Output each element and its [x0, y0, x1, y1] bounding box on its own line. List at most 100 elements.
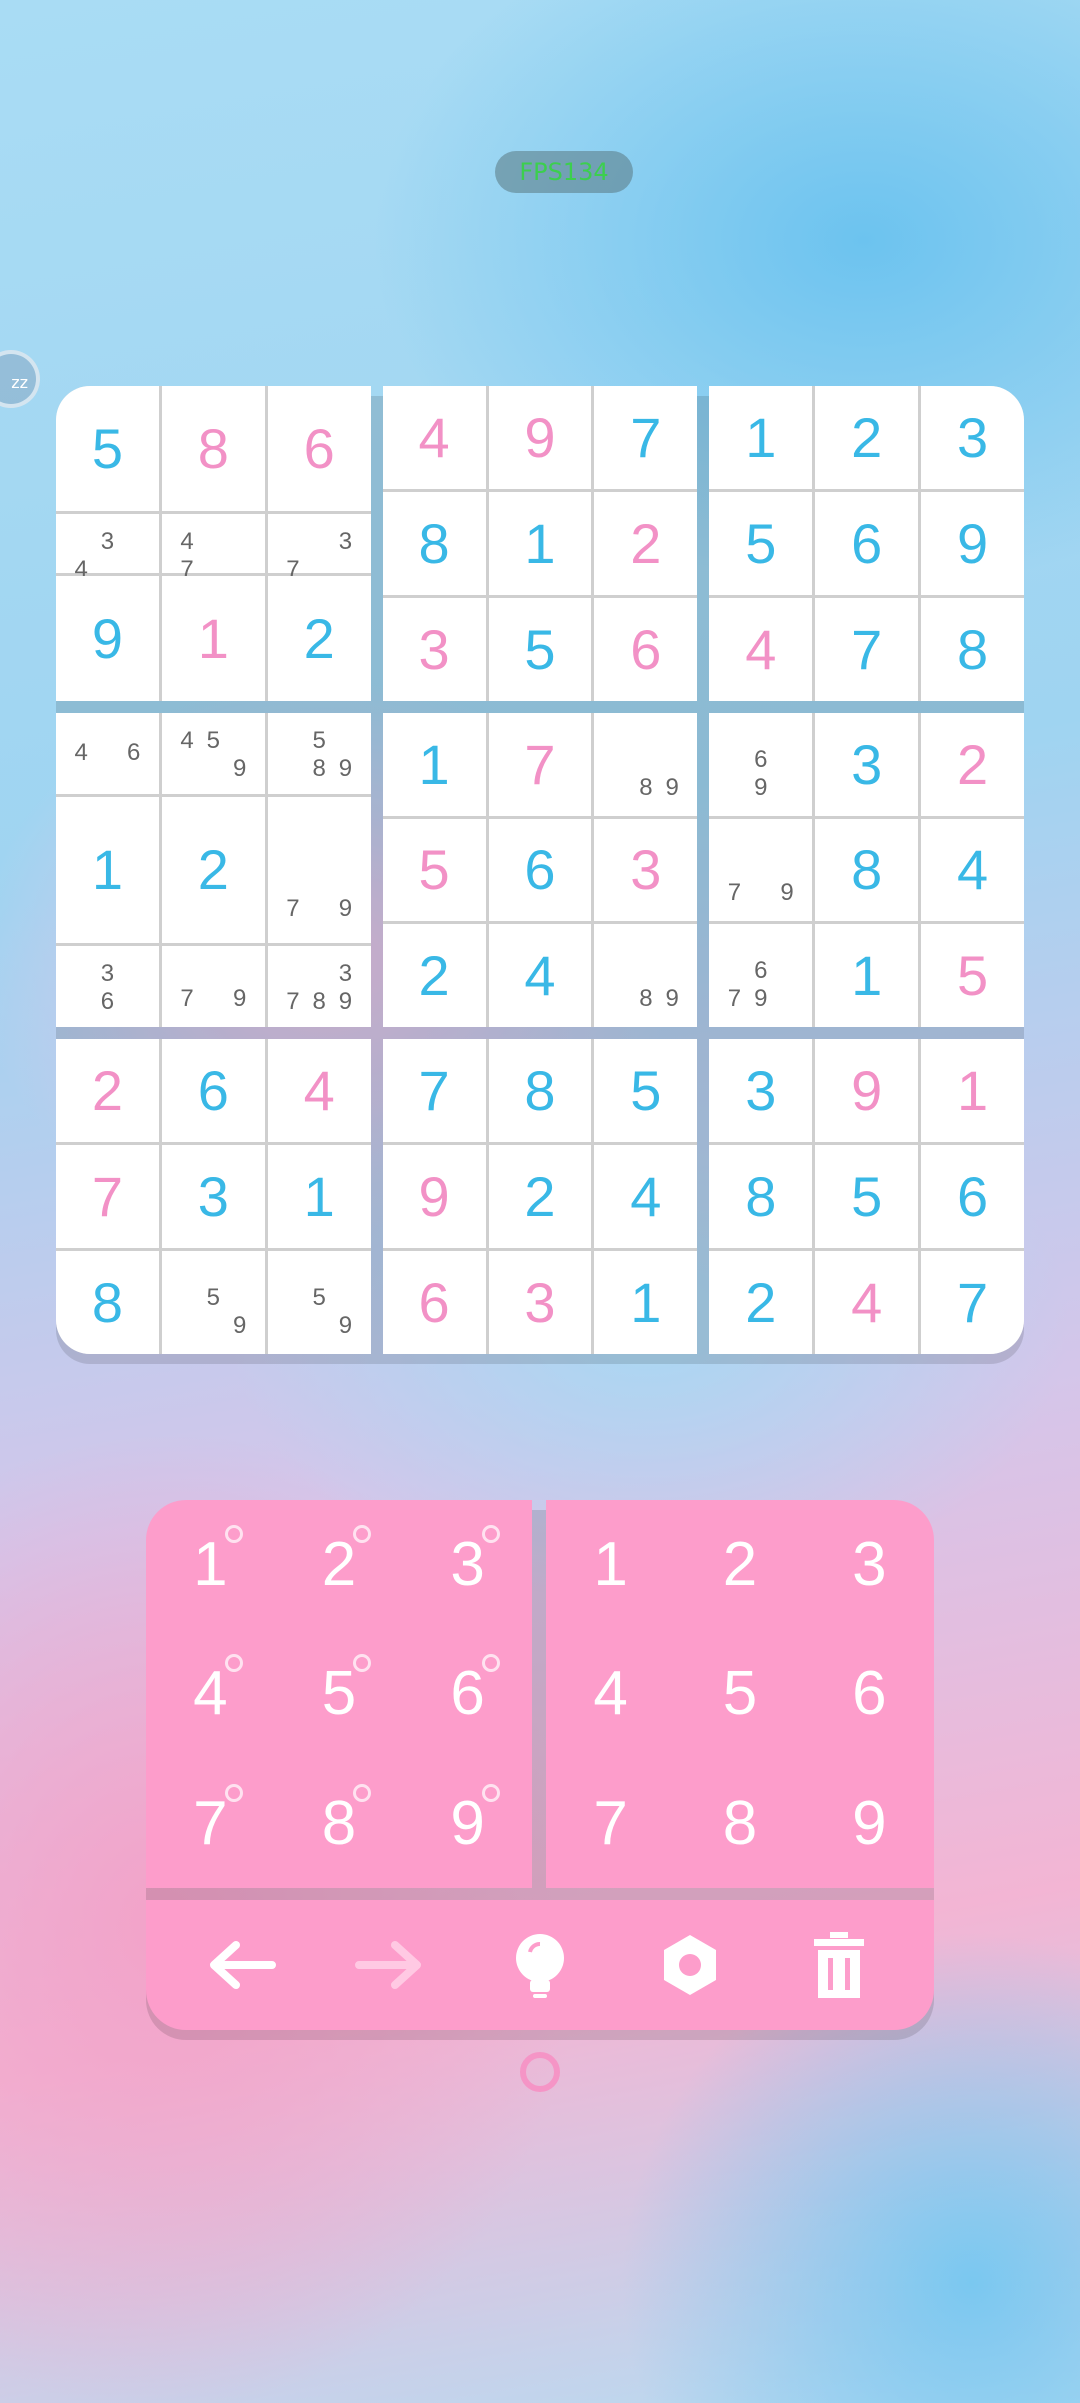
- sudoku-cell[interactable]: 2: [161, 796, 265, 944]
- undo-button[interactable]: [201, 1925, 281, 2005]
- sudoku-cell[interactable]: 9: [815, 1039, 919, 1143]
- sudoku-cell[interactable]: 8: [815, 818, 919, 922]
- sudoku-cell[interactable]: 59: [267, 1251, 371, 1354]
- settings-button[interactable]: [650, 1925, 730, 2005]
- sudoku-cell[interactable]: 8: [382, 491, 486, 595]
- sudoku-cell[interactable]: 89: [594, 712, 698, 816]
- value-key-3[interactable]: 3: [805, 1500, 934, 1629]
- sudoku-cell[interactable]: 2: [921, 712, 1024, 816]
- sudoku-cell[interactable]: 9: [382, 1145, 486, 1249]
- value-key-5[interactable]: 5: [675, 1629, 804, 1758]
- sudoku-cell[interactable]: 459: [161, 712, 265, 794]
- sudoku-cell[interactable]: 589: [267, 712, 371, 794]
- note-key-1[interactable]: 1: [146, 1500, 275, 1629]
- sudoku-cell[interactable]: 5: [709, 491, 813, 595]
- sudoku-cell[interactable]: 37: [267, 513, 371, 583]
- sudoku-cell[interactable]: 6: [382, 1251, 486, 1354]
- sudoku-cell[interactable]: 1: [382, 712, 486, 816]
- sudoku-cell[interactable]: 2: [709, 1251, 813, 1354]
- sudoku-cell[interactable]: 46: [56, 712, 159, 794]
- sudoku-cell[interactable]: 36: [56, 946, 159, 1028]
- sudoku-cell[interactable]: 4: [921, 818, 1024, 922]
- sudoku-cell[interactable]: 8: [921, 597, 1024, 701]
- note-key-5[interactable]: 5: [275, 1629, 404, 1758]
- sudoku-cell[interactable]: 1: [594, 1251, 698, 1354]
- sudoku-cell[interactable]: 7: [815, 597, 919, 701]
- sudoku-cell[interactable]: 679: [709, 924, 813, 1028]
- erase-button[interactable]: [799, 1925, 879, 2005]
- sudoku-cell[interactable]: 89: [594, 924, 698, 1028]
- sudoku-cell[interactable]: 3: [382, 597, 486, 701]
- sudoku-cell[interactable]: 59: [161, 1251, 265, 1354]
- sudoku-cell[interactable]: 9: [488, 386, 592, 489]
- sudoku-cell[interactable]: 8: [709, 1145, 813, 1249]
- sudoku-cell[interactable]: 3: [709, 1039, 813, 1143]
- sudoku-cell[interactable]: 3: [594, 818, 698, 922]
- sudoku-cell[interactable]: 7: [594, 386, 698, 489]
- sudoku-cell[interactable]: 5: [382, 818, 486, 922]
- value-key-1[interactable]: 1: [546, 1500, 675, 1629]
- sudoku-cell[interactable]: 3: [488, 1251, 592, 1354]
- sudoku-cell[interactable]: 3 789: [267, 946, 371, 1028]
- note-key-7[interactable]: 7: [146, 1759, 275, 1888]
- sudoku-cell[interactable]: 9: [56, 576, 159, 701]
- sudoku-cell[interactable]: 79: [267, 796, 371, 944]
- sudoku-cell[interactable]: 5: [815, 1145, 919, 1249]
- value-key-9[interactable]: 9: [805, 1759, 934, 1888]
- sudoku-cell[interactable]: 1: [56, 796, 159, 944]
- floating-side-button[interactable]: zz: [0, 350, 40, 408]
- sudoku-cell[interactable]: 9: [921, 491, 1024, 595]
- value-key-7[interactable]: 7: [546, 1759, 675, 1888]
- sudoku-cell[interactable]: 6: [161, 1039, 265, 1143]
- sudoku-cell[interactable]: 8: [161, 386, 265, 511]
- sudoku-cell[interactable]: 2: [267, 576, 371, 701]
- sudoku-cell[interactable]: 1: [709, 386, 813, 489]
- sudoku-cell[interactable]: 5: [56, 386, 159, 511]
- note-key-6[interactable]: 6: [403, 1629, 532, 1758]
- sudoku-cell[interactable]: 8: [56, 1251, 159, 1354]
- sudoku-cell[interactable]: 1: [488, 491, 592, 595]
- sudoku-cell[interactable]: 6: [921, 1145, 1024, 1249]
- sudoku-cell[interactable]: 79: [161, 946, 265, 1028]
- sudoku-cell[interactable]: 7: [488, 712, 592, 816]
- sudoku-cell[interactable]: 1: [815, 924, 919, 1028]
- sudoku-cell[interactable]: 79: [709, 818, 813, 922]
- hint-button[interactable]: [500, 1925, 580, 2005]
- sudoku-cell[interactable]: 7: [56, 1145, 159, 1249]
- note-key-9[interactable]: 9: [403, 1759, 532, 1888]
- sudoku-cell[interactable]: 4: [488, 924, 592, 1028]
- sudoku-cell[interactable]: 69: [709, 712, 813, 816]
- sudoku-cell[interactable]: 3: [161, 1145, 265, 1249]
- note-key-8[interactable]: 8: [275, 1759, 404, 1888]
- drag-handle[interactable]: [520, 2052, 560, 2092]
- sudoku-cell[interactable]: 7: [921, 1251, 1024, 1354]
- sudoku-cell[interactable]: 6: [594, 597, 698, 701]
- note-key-4[interactable]: 4: [146, 1629, 275, 1758]
- sudoku-cell[interactable]: 6: [815, 491, 919, 595]
- sudoku-cell[interactable]: 6: [488, 818, 592, 922]
- sudoku-cell[interactable]: 2: [382, 924, 486, 1028]
- sudoku-cell[interactable]: 34: [56, 513, 159, 583]
- value-key-8[interactable]: 8: [675, 1759, 804, 1888]
- note-key-3[interactable]: 3: [403, 1500, 532, 1629]
- sudoku-cell[interactable]: 2: [488, 1145, 592, 1249]
- sudoku-cell[interactable]: 2: [815, 386, 919, 489]
- sudoku-cell[interactable]: 1: [921, 1039, 1024, 1143]
- sudoku-cell[interactable]: 4: [382, 386, 486, 489]
- sudoku-cell[interactable]: 3: [921, 386, 1024, 489]
- value-key-6[interactable]: 6: [805, 1629, 934, 1758]
- value-key-2[interactable]: 2: [675, 1500, 804, 1629]
- sudoku-cell[interactable]: 4: [267, 1039, 371, 1143]
- sudoku-cell[interactable]: 2: [56, 1039, 159, 1143]
- sudoku-cell[interactable]: 7: [382, 1039, 486, 1143]
- sudoku-cell[interactable]: 4: [709, 597, 813, 701]
- sudoku-cell[interactable]: 5: [488, 597, 592, 701]
- sudoku-cell[interactable]: 8: [488, 1039, 592, 1143]
- sudoku-cell[interactable]: 4: [815, 1251, 919, 1354]
- sudoku-cell[interactable]: 5: [594, 1039, 698, 1143]
- sudoku-cell[interactable]: 4: [594, 1145, 698, 1249]
- sudoku-cell[interactable]: 1: [161, 576, 265, 701]
- redo-button[interactable]: [350, 1925, 430, 2005]
- sudoku-cell[interactable]: 2: [594, 491, 698, 595]
- sudoku-cell[interactable]: 1: [267, 1145, 371, 1249]
